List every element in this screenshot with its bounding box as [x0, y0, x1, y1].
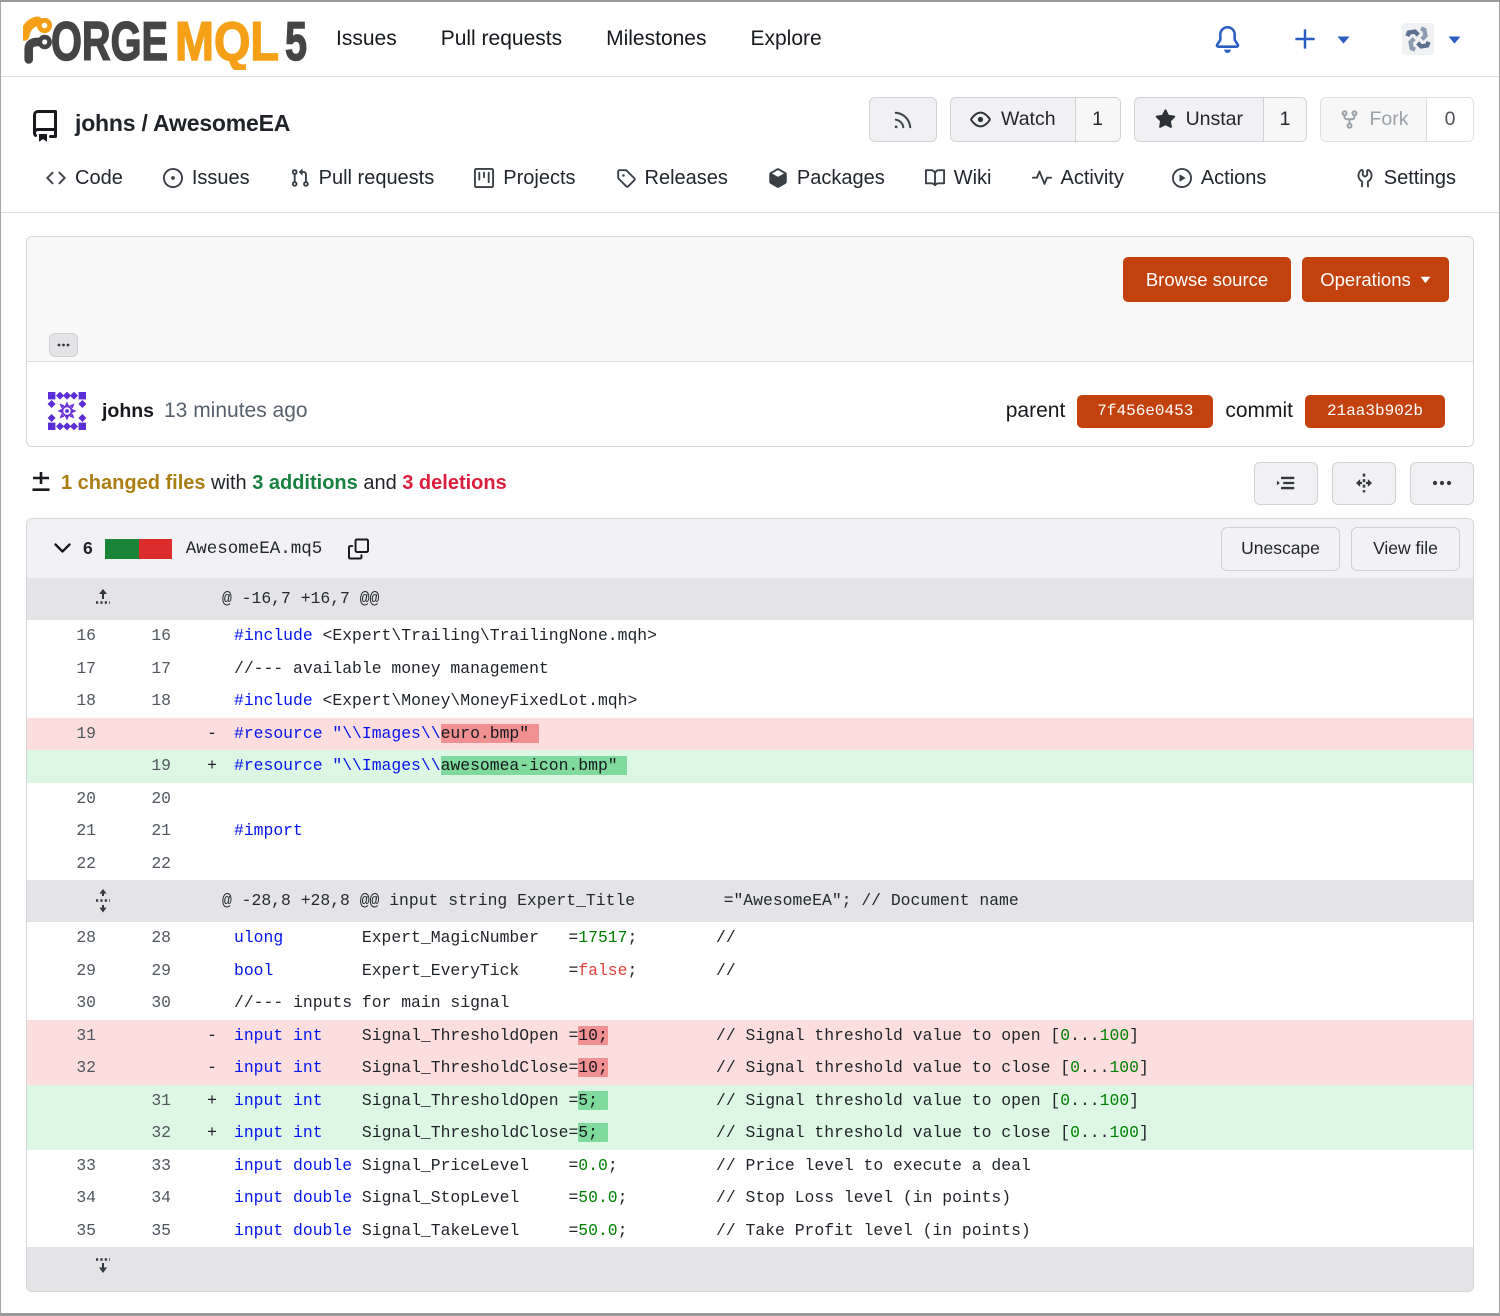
svg-text:ORGE: ORGE — [51, 10, 168, 70]
svg-text:5: 5 — [285, 10, 307, 70]
svg-text:MQL: MQL — [175, 10, 279, 70]
